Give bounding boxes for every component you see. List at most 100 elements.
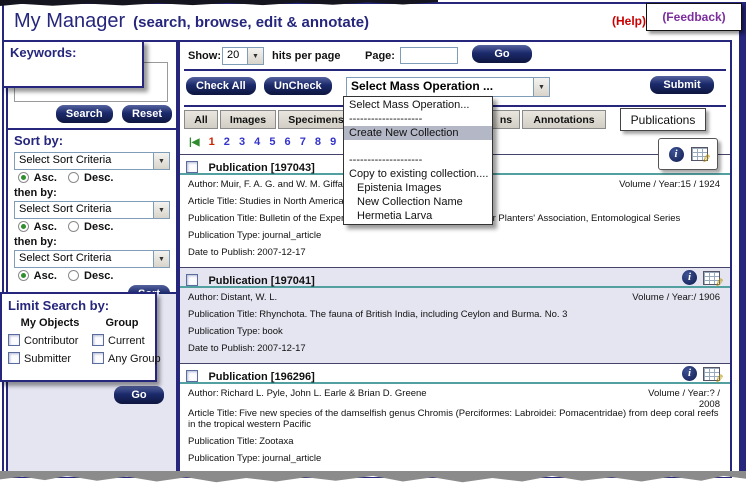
menu-item-copy-to-existing[interactable]: Copy to existing collection....: [344, 167, 492, 181]
page-go-button[interactable]: Go: [472, 45, 532, 63]
page-number[interactable]: 5: [269, 136, 275, 148]
sort2-asc-radio[interactable]: [18, 221, 29, 232]
publication-type-value: book: [262, 326, 283, 337]
menu-item-collection[interactable]: Hermetia Larva: [344, 209, 492, 223]
check-all-button[interactable]: Check All: [186, 77, 256, 95]
sort-section: Sort by: Select Sort Criteria ▼ Asc. Des…: [8, 130, 176, 294]
article-title-value: Five new species of the damselfish genus…: [188, 408, 719, 430]
sort1-desc-label: Desc.: [84, 172, 113, 184]
chevron-down-icon: ▼: [153, 153, 169, 169]
publication-id: Publication [197041]: [208, 275, 314, 287]
info-icon[interactable]: i: [682, 270, 697, 285]
contributor-checkbox[interactable]: Contributor: [8, 334, 92, 347]
chevron-down-icon: ▼: [153, 251, 169, 267]
hits-per-page-select[interactable]: 20 ▼: [222, 47, 264, 65]
limit-go-button[interactable]: Go: [114, 386, 164, 404]
menu-item-collection[interactable]: New Collection Name: [344, 195, 492, 209]
submit-button[interactable]: Submit: [650, 76, 714, 94]
page-number[interactable]: 8: [315, 136, 321, 148]
tab-publications[interactable]: Publications: [620, 108, 706, 131]
submitter-checkbox[interactable]: Submitter: [8, 352, 92, 365]
feedback-link[interactable]: (Feedback): [646, 3, 742, 31]
row-checkbox[interactable]: [186, 370, 198, 382]
page-title: My Manager: [14, 10, 125, 32]
checkbox-icon[interactable]: [8, 352, 20, 364]
help-link[interactable]: (Help): [612, 14, 646, 28]
page-subtitle: (search, browse, edit & annotate): [133, 14, 369, 31]
sort3-desc-radio[interactable]: [68, 270, 79, 281]
volume-year-value: / 1906: [694, 292, 720, 303]
divider: [184, 69, 726, 71]
my-objects-column-heading: My Objects: [8, 317, 92, 329]
menu-item[interactable]: Select Mass Operation...: [344, 98, 492, 112]
menu-item-create-new-collection[interactable]: Create New Collection: [344, 126, 492, 140]
page-number[interactable]: 6: [285, 136, 291, 148]
sort1-desc-radio[interactable]: [68, 172, 79, 183]
sort-criteria-select-1[interactable]: Select Sort Criteria ▼: [14, 152, 170, 170]
sort3-asc-radio[interactable]: [18, 270, 29, 281]
page-number-input[interactable]: [400, 47, 458, 64]
menu-divider: --------------------: [344, 153, 492, 167]
keywords-label: Keywords:: [10, 45, 76, 60]
author-value: Richard L. Pyle, John L. Earle & Brian D…: [221, 388, 427, 399]
date-to-publish-value: 2007-12-17: [257, 247, 306, 258]
search-button[interactable]: Search: [56, 105, 113, 123]
sort2-asc-label: Asc.: [34, 221, 57, 233]
edit-icon[interactable]: [691, 147, 708, 161]
any-group-checkbox[interactable]: Any Group: [92, 352, 152, 365]
page-number[interactable]: 3: [239, 136, 245, 148]
page-number[interactable]: 4: [254, 136, 260, 148]
author-value: Distant, W. L.: [221, 292, 278, 303]
info-icon[interactable]: i: [669, 147, 684, 162]
checkbox-icon[interactable]: [8, 334, 20, 346]
limit-search-callout: Limit Search by: My Objects Group Contri…: [0, 292, 157, 382]
page-label: Page:: [365, 50, 395, 62]
limit-search-heading: Limit Search by:: [8, 298, 149, 313]
menu-item-collection[interactable]: Epistenia Images: [344, 181, 492, 195]
edit-icon[interactable]: [703, 271, 720, 285]
sort1-asc-radio[interactable]: [18, 172, 29, 183]
publication-id: Publication [197043]: [208, 162, 314, 174]
chevron-down-icon: ▼: [533, 78, 549, 96]
author-value: Muir, F. A. G. and W. M. Giffard.: [221, 179, 354, 190]
mass-operation-menu: Select Mass Operation... ---------------…: [343, 96, 493, 225]
page-number[interactable]: 7: [300, 136, 306, 148]
checkbox-icon[interactable]: [92, 334, 104, 346]
checkbox-icon[interactable]: [92, 352, 104, 364]
row-checkbox[interactable]: [186, 274, 198, 286]
info-icon[interactable]: i: [682, 366, 697, 381]
publication-row: Publication [197041] i Volume / Year:/ 1…: [180, 267, 730, 363]
page-number-current[interactable]: 1: [209, 136, 215, 148]
first-page-icon[interactable]: |◀: [189, 137, 200, 148]
current-checkbox[interactable]: Current: [92, 334, 152, 347]
sort1-asc-label: Asc.: [34, 172, 57, 184]
publication-type-value: journal_article: [262, 453, 321, 464]
tab-all[interactable]: All: [184, 110, 218, 129]
uncheck-button[interactable]: UnCheck: [264, 77, 332, 95]
tab-images[interactable]: Images: [220, 110, 276, 129]
sort-criteria-select-2[interactable]: Select Sort Criteria ▼: [14, 201, 170, 219]
mass-operation-select[interactable]: Select Mass Operation ... ▼: [346, 77, 550, 97]
page-number[interactable]: 2: [224, 136, 230, 148]
paging-toolbar: Show: 20 ▼ hits per page Page: Go: [180, 42, 730, 68]
reset-button[interactable]: Reset: [122, 105, 172, 123]
then-by-label-2: then by:: [14, 236, 170, 248]
edit-icon[interactable]: [703, 367, 720, 381]
tab-partial[interactable]: ns: [492, 110, 520, 129]
row-checkbox[interactable]: [186, 161, 198, 173]
my-manager-app: My Manager (search, browse, edit & annota…: [0, 0, 746, 495]
search-sidebar: Search Reset Sort by: Select Sort Criter…: [6, 40, 178, 479]
publication-id: Publication [196296]: [208, 371, 314, 383]
then-by-label-1: then by:: [14, 187, 170, 199]
sort3-desc-label: Desc.: [84, 270, 113, 282]
volume-year-value: 15 / 1924: [680, 179, 720, 190]
sort-criteria-select-3[interactable]: Select Sort Criteria ▼: [14, 250, 170, 268]
page-number[interactable]: 9: [330, 136, 336, 148]
sort-by-heading: Sort by:: [14, 133, 170, 148]
date-to-publish-value: 2007-12-17: [257, 343, 306, 354]
keywords-callout: Keywords:: [2, 40, 144, 88]
hits-per-page-label: hits per page: [272, 50, 340, 62]
sort2-desc-radio[interactable]: [68, 221, 79, 232]
torn-edge-bottom: [0, 478, 746, 495]
tab-annotations[interactable]: Annotations: [522, 110, 606, 129]
